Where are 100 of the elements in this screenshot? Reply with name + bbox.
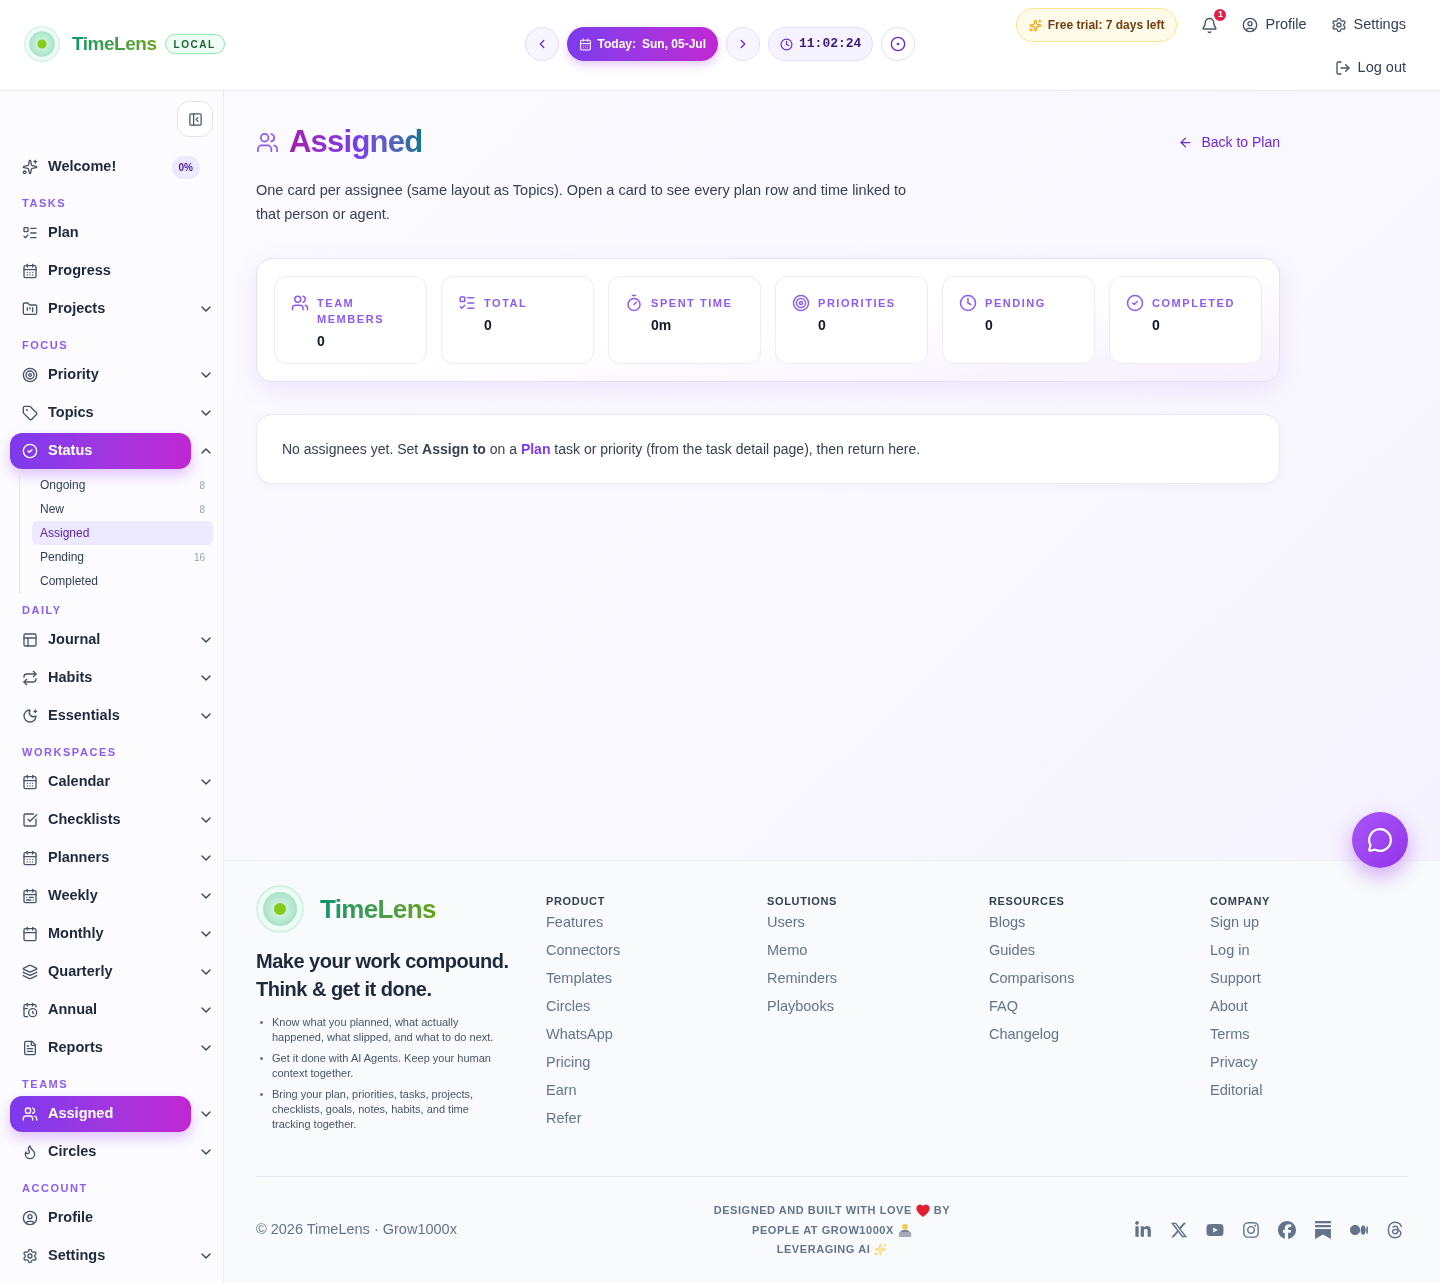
copyright-text: © 2026 TimeLens · Grow1000x xyxy=(256,1220,458,1240)
users-icon xyxy=(22,1106,38,1122)
sidebar-item[interactable]: Assigned xyxy=(10,1096,191,1132)
linkedin-icon[interactable] xyxy=(1134,1221,1152,1240)
sidebar-item[interactable]: Calendar xyxy=(10,764,191,800)
footer-link[interactable]: Earn xyxy=(546,1080,577,1102)
settings-icon xyxy=(1330,17,1347,33)
moon-star-icon xyxy=(22,708,38,724)
header-link[interactable]: Settings xyxy=(1330,14,1406,36)
sidebar-item[interactable]: Circles xyxy=(10,1134,191,1170)
panel-collapse-icon xyxy=(187,111,203,127)
footer-link[interactable]: Reminders xyxy=(767,968,838,990)
back-link[interactable]: Back to Plan xyxy=(1178,131,1280,153)
chat-button[interactable] xyxy=(1352,812,1408,868)
sidebar-item[interactable]: Plan xyxy=(10,215,191,251)
sidebar-item[interactable]: Settings xyxy=(10,1238,191,1274)
sidebar-item[interactable]: Status xyxy=(10,433,191,469)
stopwatch-icon xyxy=(625,294,643,312)
trial-badge[interactable]: Free trial: 7 days left xyxy=(1015,8,1178,42)
user-circle-icon xyxy=(1242,17,1259,33)
facebook-icon[interactable] xyxy=(1278,1221,1296,1240)
sidebar-item[interactable]: Planners xyxy=(10,840,191,876)
header-link[interactable]: Profile xyxy=(1242,14,1307,36)
chat-bubble-icon xyxy=(1367,827,1393,853)
stat-value: 0 xyxy=(985,316,994,334)
stat-label: PRIORITIES xyxy=(818,296,896,311)
footer-link[interactable]: Terms xyxy=(1210,1024,1250,1046)
flame-icon xyxy=(22,1144,38,1160)
footer-link[interactable]: FAQ xyxy=(989,996,1018,1018)
footer-link[interactable]: Log in xyxy=(1210,940,1250,962)
footer-link[interactable]: Memo xyxy=(767,940,808,962)
document-icon xyxy=(22,1040,38,1056)
footer-link[interactable]: Circles xyxy=(546,996,591,1018)
sidebar-item[interactable]: Quarterly xyxy=(10,954,191,990)
item-count: 16 xyxy=(193,550,205,565)
footer-tagline: Make your work compound. Think & get it done. xyxy=(256,949,510,1002)
footer-link[interactable]: Users xyxy=(767,912,805,934)
page-description: One card per assignee (same layout as Topics). Open a card to see every plan row and time linked to that person or agent. xyxy=(256,181,908,224)
credit-text: PEOPLE AT GROW1000X xyxy=(752,1222,894,1238)
footer-link[interactable]: Blogs xyxy=(989,912,1026,934)
notifications-bell-icon[interactable] xyxy=(1201,16,1219,34)
sidebar-item[interactable]: Monthly xyxy=(10,916,191,952)
footer-link[interactable]: Sign up xyxy=(1210,912,1260,934)
submenu-item[interactable]: Pending 16 xyxy=(32,545,213,569)
footer-link[interactable]: Features xyxy=(546,912,604,934)
logout-button[interactable]: Log out xyxy=(1334,57,1406,79)
x-logo-icon[interactable] xyxy=(1170,1221,1188,1240)
sidebar-item[interactable]: Profile xyxy=(10,1200,191,1236)
collapse-sidebar-button[interactable] xyxy=(177,101,213,137)
stat-label: PENDING xyxy=(985,296,1046,311)
stat-value: 0 xyxy=(818,316,827,334)
substack-icon[interactable] xyxy=(1314,1221,1332,1240)
footer-link[interactable]: Templates xyxy=(546,968,613,990)
sidebar-item[interactable]: Topics xyxy=(10,395,191,431)
sidebar-item[interactable]: Habits xyxy=(10,660,191,696)
sidebar-item[interactable]: Checklists xyxy=(10,802,191,838)
submenu-item[interactable]: Assigned xyxy=(32,521,213,545)
stat-value: 0 xyxy=(317,332,326,350)
sidebar-item[interactable]: Journal xyxy=(10,622,191,658)
checklist-icon xyxy=(458,294,476,312)
sidebar-item[interactable]: Weekly xyxy=(10,878,191,914)
folder-icon xyxy=(22,301,38,317)
credit-text: DESIGNED AND BUILT WITH LOVE xyxy=(713,1203,912,1219)
sidebar-item[interactable]: Reports xyxy=(10,1030,191,1066)
footer-column-heading: RESOURCES xyxy=(989,894,1066,909)
footer-link[interactable]: Connectors xyxy=(546,940,621,962)
submenu-item[interactable]: New 8 xyxy=(32,497,213,521)
time-button[interactable]: 11:02:24 xyxy=(768,27,874,61)
footer-link[interactable]: Privacy xyxy=(1210,1052,1258,1074)
footer-link[interactable]: WhatsApp xyxy=(546,1024,613,1046)
footer-link[interactable]: Editorial xyxy=(1210,1080,1263,1102)
sidebar-item[interactable]: Welcome! 0% xyxy=(10,149,201,185)
icon-button[interactable] xyxy=(881,27,916,61)
repeat-icon xyxy=(22,670,38,686)
footer-link[interactable]: Comparisons xyxy=(989,968,1075,990)
calendar-icon xyxy=(578,37,592,51)
instagram-icon[interactable] xyxy=(1242,1221,1260,1240)
sidebar-item[interactable]: Priority xyxy=(10,357,191,393)
footer-link[interactable]: Support xyxy=(1210,968,1261,990)
submenu-item[interactable]: Ongoing 8 xyxy=(32,473,213,497)
sidebar-item[interactable]: Projects xyxy=(10,291,191,327)
footer-link[interactable]: Playbooks xyxy=(767,996,834,1018)
plan-link[interactable]: Plan xyxy=(520,440,551,457)
bullet-icon xyxy=(260,1021,263,1024)
sidebar-item[interactable]: Annual xyxy=(10,992,191,1028)
section-label: TEAMS xyxy=(22,1077,69,1091)
footer-column-heading: PRODUCT xyxy=(546,894,606,909)
calendar-icon xyxy=(22,888,38,904)
sidebar-item[interactable]: Essentials xyxy=(10,698,191,734)
threads-icon[interactable] xyxy=(1386,1221,1404,1240)
date-button[interactable]: Today: Sun, 05-Jul xyxy=(566,27,718,61)
footer-link[interactable]: Refer xyxy=(546,1108,582,1130)
footer-link[interactable]: Changelog xyxy=(989,1024,1060,1046)
bullet-icon xyxy=(260,1057,263,1060)
sidebar-item[interactable]: Progress xyxy=(10,253,191,289)
footer-link[interactable]: Guides xyxy=(989,940,1035,962)
footer-link[interactable]: About xyxy=(1210,996,1248,1018)
sparkles-icon xyxy=(874,1243,888,1257)
footer-link[interactable]: Pricing xyxy=(546,1052,591,1074)
submenu-item[interactable]: Completed xyxy=(32,569,213,593)
